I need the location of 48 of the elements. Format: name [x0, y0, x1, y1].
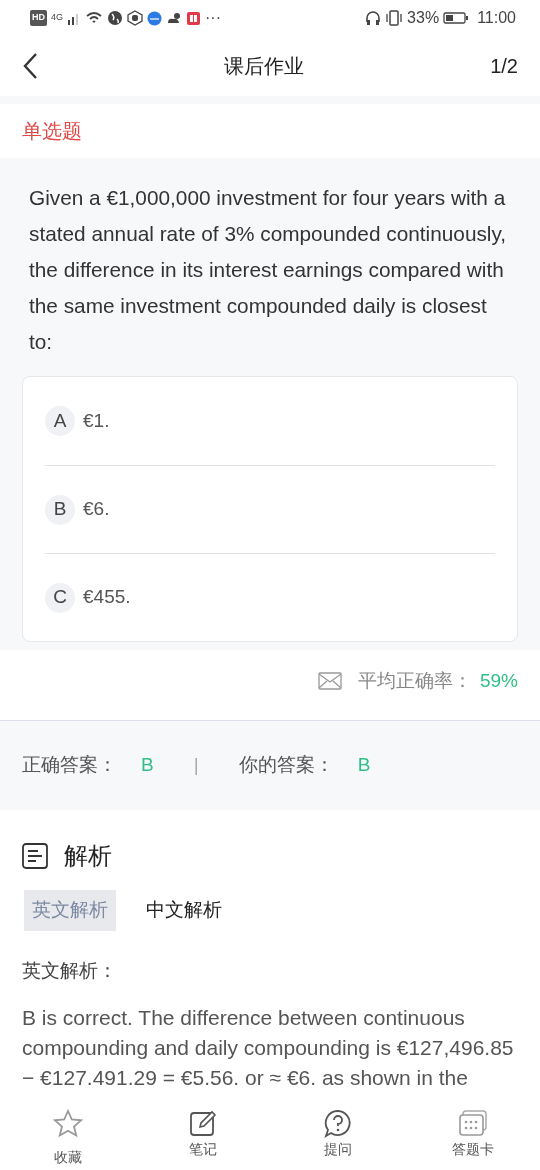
analysis-tab[interactable]: 中文解析: [138, 890, 230, 931]
option-letter: B: [45, 494, 75, 525]
page-title: 课后作业: [224, 54, 305, 79]
option-row[interactable]: C €455.: [45, 553, 495, 641]
your-answer-value: B: [357, 753, 371, 778]
hd-badge: HD: [30, 10, 47, 26]
analysis-title: 解析: [64, 841, 112, 871]
battery-label: 33%: [407, 8, 440, 28]
correct-answer-value: B: [141, 753, 154, 778]
option-text: €6.: [83, 497, 110, 522]
accuracy-value: 59%: [479, 668, 518, 693]
option-letter: A: [45, 406, 75, 436]
envelope-icon: [317, 672, 342, 690]
page-counter: 1/2: [490, 54, 518, 79]
explanation-text: B is correct. The difference between continuous compounding and daily compounding is €127,496.85 − €127.491.29 = €5.56. or ≈ €6. as shown in the: [21, 1005, 515, 1091]
explanation-label: 英文解析：: [21, 958, 118, 983]
grid-icon: [457, 1109, 488, 1139]
toolbar-button[interactable]: 提问: [270, 1108, 405, 1161]
question-type: 单选题: [21, 119, 83, 144]
star-icon: [52, 1109, 83, 1139]
battery-icon: [443, 11, 470, 25]
question-icon: [322, 1109, 353, 1139]
globe-icon: [107, 10, 123, 26]
option-row[interactable]: A €1.: [45, 377, 495, 465]
option-text: €455.: [83, 585, 131, 610]
separator: |: [193, 753, 199, 778]
toolbar-button[interactable]: 收藏: [0, 1108, 135, 1169]
your-answer-label: 你的答案：: [238, 753, 334, 778]
signal-icon: [67, 11, 81, 25]
back-icon: [22, 52, 38, 80]
option-letter: C: [45, 582, 75, 613]
time-label: 11:00: [477, 8, 516, 28]
correct-answer-label: 正确答案：: [22, 753, 117, 778]
toolbar-button[interactable]: 笔记: [135, 1108, 270, 1161]
option-row[interactable]: B €6.: [45, 465, 495, 553]
more-label: ···: [205, 8, 221, 28]
question-text: Given a €1,000,000 investment for four years with a stated annual rate of 3% compounded continuously, the difference in its interest earnings compared with the same investment compounded daily is closest to:: [28, 185, 508, 355]
accuracy-label: 平均正确率：: [357, 668, 472, 693]
back-button[interactable]: [22, 52, 38, 80]
network-label: 4G: [51, 11, 63, 25]
toolbar-button[interactable]: 答题卡: [405, 1108, 540, 1161]
wifi-icon: [85, 11, 103, 25]
edit-icon: [187, 1109, 218, 1139]
document-icon: [22, 843, 48, 869]
headphones-icon: [365, 10, 382, 26]
vibrate-icon: [385, 10, 404, 26]
book-icon: [186, 10, 201, 26]
option-text: €1.: [83, 408, 110, 433]
